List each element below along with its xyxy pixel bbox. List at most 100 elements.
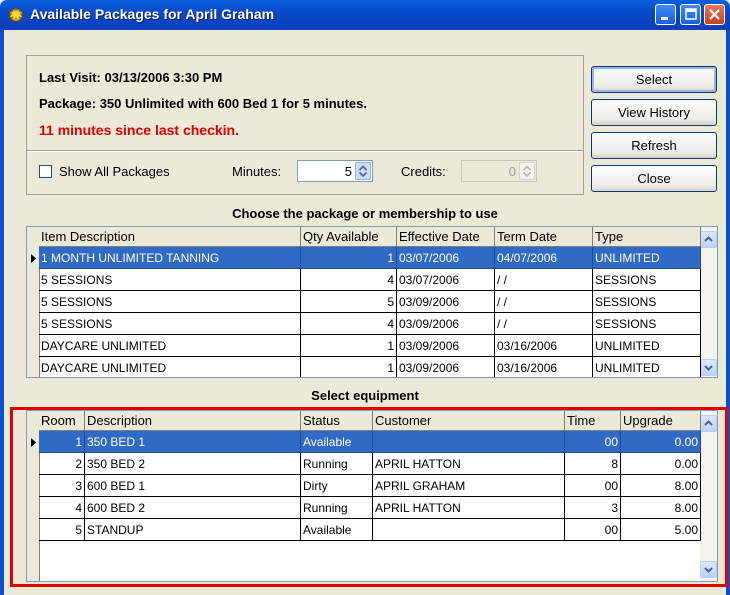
table-cell: 0.00 bbox=[621, 453, 701, 475]
view-history-button[interactable]: View History bbox=[591, 99, 717, 126]
packages-scrollbar[interactable] bbox=[700, 227, 717, 377]
column-header[interactable]: Type bbox=[593, 227, 701, 247]
table-cell: 03/07/2006 bbox=[397, 269, 495, 291]
table-cell: 8.00 bbox=[621, 497, 701, 519]
table-cell: 03/09/2006 bbox=[397, 357, 495, 377]
column-header[interactable]: Effective Date bbox=[397, 227, 495, 247]
packages-section-title: Choose the package or membership to use bbox=[232, 206, 498, 221]
table-cell: SESSIONS bbox=[593, 269, 701, 291]
package-text: Package: 350 Unlimited with 600 Bed 1 fo… bbox=[39, 96, 367, 111]
table-row[interactable]: DAYCARE UNLIMITED 1 03/09/2006 03/16/2006 UN… bbox=[39, 335, 701, 357]
table-row[interactable]: 5 SESSIONS 4 03/07/2006/ / SESSIONS bbox=[39, 269, 701, 291]
close-window-button[interactable] bbox=[704, 4, 725, 25]
table-cell: 1 MONTH UNLIMITED TANNING bbox=[39, 247, 301, 269]
column-header[interactable]: Time bbox=[565, 411, 621, 431]
close-button[interactable]: Close bbox=[591, 165, 717, 192]
minimize-button[interactable] bbox=[655, 4, 676, 25]
table-cell: 5.00 bbox=[621, 519, 701, 541]
table-cell: APRIL GRAHAM bbox=[373, 475, 565, 497]
table-row[interactable]: 2 350 BED 2 Running APRIL HATTON 8 0.00 bbox=[39, 453, 701, 475]
chevron-up-icon bbox=[704, 236, 713, 242]
table-cell: SESSIONS bbox=[593, 313, 701, 335]
spinner-arrows[interactable] bbox=[355, 162, 371, 180]
chevron-up-icon bbox=[704, 420, 713, 426]
table-cell: 00 bbox=[565, 519, 621, 541]
table-cell: 0.00 bbox=[621, 431, 701, 453]
minutes-spinner[interactable]: 5 bbox=[297, 160, 373, 182]
table-cell: 03/16/2006 bbox=[495, 335, 593, 357]
select-button[interactable]: Select bbox=[591, 66, 717, 93]
minutes-label: Minutes: bbox=[232, 164, 282, 179]
table-row[interactable]: 5 SESSIONS 4 03/09/2006/ / SESSIONS bbox=[39, 313, 701, 335]
table-cell: 600 BED 1 bbox=[85, 475, 301, 497]
table-cell: 03/07/2006 bbox=[397, 247, 495, 269]
table-cell: 600 BED 2 bbox=[85, 497, 301, 519]
maximize-button[interactable] bbox=[680, 4, 701, 25]
column-header[interactable]: Customer bbox=[373, 411, 565, 431]
scroll-down-button[interactable] bbox=[700, 561, 717, 578]
column-header[interactable]: Status bbox=[301, 411, 373, 431]
minimize-icon bbox=[661, 17, 668, 20]
table-row[interactable]: 3 600 BED 1 Dirty APRIL GRAHAM 00 8.00 bbox=[39, 475, 701, 497]
refresh-button[interactable]: Refresh bbox=[591, 132, 717, 159]
column-header[interactable]: Item Description bbox=[39, 227, 301, 247]
table-row[interactable]: 5 SESSIONS 5 03/09/2006/ / SESSIONS bbox=[39, 291, 701, 313]
table-cell: 03/09/2006 bbox=[397, 313, 495, 335]
up-down-arrows-icon bbox=[358, 165, 368, 178]
table-row[interactable]: 5 STANDUP Available 00 5.00 bbox=[39, 519, 701, 541]
window-title: Available Packages for April Graham bbox=[30, 6, 275, 22]
table-cell: UNLIMITED bbox=[593, 335, 701, 357]
table-cell: STANDUP bbox=[85, 519, 301, 541]
equipment-grid[interactable]: Room Description Status Customer Time Upgrade… bbox=[26, 410, 718, 582]
table-cell: 3 bbox=[565, 497, 621, 519]
column-header[interactable]: Upgrade bbox=[621, 411, 701, 431]
table-cell: Available bbox=[301, 519, 373, 541]
table-cell: 2 bbox=[39, 453, 85, 475]
table-cell: 1 bbox=[301, 247, 397, 269]
equipment-scrollbar[interactable] bbox=[700, 411, 717, 581]
table-cell: / / bbox=[495, 291, 593, 313]
table-cell: 4 bbox=[301, 313, 397, 335]
column-header[interactable]: Description bbox=[85, 411, 301, 431]
table-cell: 1 bbox=[301, 335, 397, 357]
scroll-up-button[interactable] bbox=[700, 415, 717, 432]
table-row[interactable]: DAYCARE UNLIMITED 1 03/09/2006 03/16/2006 UN… bbox=[39, 357, 701, 377]
table-cell: APRIL HATTON bbox=[373, 453, 565, 475]
column-header[interactable]: Room bbox=[39, 411, 85, 431]
table-row[interactable]: 1 MONTH UNLIMITED TANNING 1 03/07/2006 04/0… bbox=[39, 247, 701, 269]
current-row-pointer-icon bbox=[31, 254, 36, 263]
column-header[interactable]: Qty Available bbox=[301, 227, 397, 247]
table-cell: Running bbox=[301, 453, 373, 475]
current-row-pointer-icon bbox=[31, 438, 36, 447]
table-cell: 03/09/2006 bbox=[397, 291, 495, 313]
show-all-packages-label: Show All Packages bbox=[59, 164, 170, 179]
show-all-packages-checkbox[interactable] bbox=[39, 165, 52, 178]
app-icon bbox=[8, 7, 24, 22]
window-frame-left bbox=[0, 30, 4, 595]
table-cell bbox=[373, 431, 565, 453]
table-cell: 5 SESSIONS bbox=[39, 269, 301, 291]
packages-grid[interactable]: Item Description Qty Available Effective D… bbox=[26, 226, 718, 378]
scroll-down-button[interactable] bbox=[700, 359, 717, 376]
table-row[interactable]: 1 350 BED 1 Available 00 0.00 bbox=[39, 431, 701, 453]
visit-info-panel: Last Visit: 03/13/2006 3:30 PM Package: … bbox=[26, 55, 584, 195]
table-cell: 5 bbox=[301, 291, 397, 313]
table-cell: Available bbox=[301, 431, 373, 453]
spinner-arrows-disabled bbox=[519, 162, 535, 180]
table-cell: 1 bbox=[39, 431, 85, 453]
credits-label: Credits: bbox=[401, 164, 446, 179]
table-cell: SESSIONS bbox=[593, 291, 701, 313]
table-cell: 8 bbox=[565, 453, 621, 475]
table-cell: 5 SESSIONS bbox=[39, 291, 301, 313]
column-header[interactable]: Term Date bbox=[495, 227, 593, 247]
table-cell: 5 bbox=[39, 519, 85, 541]
table-cell: 00 bbox=[565, 431, 621, 453]
table-row[interactable]: 4 600 BED 2 Running APRIL HATTON 3 8.00 bbox=[39, 497, 701, 519]
table-cell: 03/09/2006 bbox=[397, 335, 495, 357]
checkin-alert-text: 11 minutes since last checkin. bbox=[39, 122, 239, 138]
scroll-up-button[interactable] bbox=[700, 231, 717, 248]
table-cell: Running bbox=[301, 497, 373, 519]
table-cell: 350 BED 1 bbox=[85, 431, 301, 453]
table-cell: 350 BED 2 bbox=[85, 453, 301, 475]
last-visit-text: Last Visit: 03/13/2006 3:30 PM bbox=[39, 70, 223, 85]
